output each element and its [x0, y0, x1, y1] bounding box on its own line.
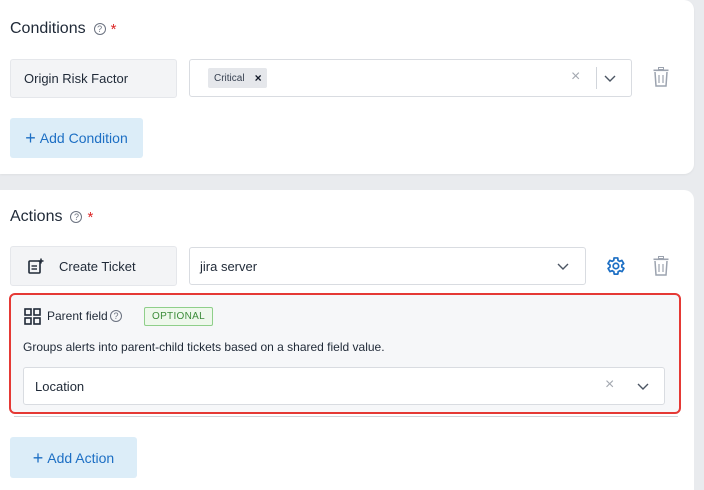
- chevron-down-icon[interactable]: [557, 263, 569, 271]
- parent-field-label: Parent field: [47, 309, 108, 323]
- plus-icon: +: [32, 447, 44, 468]
- condition-field-label[interactable]: Origin Risk Factor: [10, 59, 177, 98]
- question-circle-icon[interactable]: ?: [70, 211, 83, 223]
- close-icon[interactable]: ×: [605, 376, 614, 394]
- parent-field-description: Groups alerts into parent-child tickets …: [23, 340, 385, 354]
- add-action-label: Add Action: [47, 449, 115, 466]
- grid-icon: [24, 308, 41, 325]
- conditions-header: Conditions ? *: [10, 20, 116, 38]
- parent-field-select[interactable]: Location ×: [23, 367, 665, 405]
- integration-select-value: jira server: [200, 258, 258, 274]
- required-marker: *: [110, 20, 117, 38]
- add-action-button[interactable]: + Add Action: [10, 437, 137, 478]
- add-condition-label: Add Condition: [39, 130, 128, 146]
- integration-select[interactable]: jira server: [189, 247, 586, 285]
- required-marker: *: [87, 208, 94, 226]
- chip-remove-icon[interactable]: ×: [255, 71, 262, 85]
- question-circle-icon[interactable]: ?: [110, 310, 122, 322]
- selected-chip: Critical ×: [208, 68, 267, 88]
- question-circle-icon[interactable]: ?: [93, 23, 106, 35]
- action-type-label[interactable]: Create Ticket: [10, 246, 177, 286]
- ticket-add-icon: [28, 258, 44, 274]
- trash-icon[interactable]: [653, 67, 669, 87]
- optional-badge: OPTIONAL: [144, 307, 213, 326]
- conditions-title: Conditions: [10, 20, 86, 37]
- add-condition-button[interactable]: + Add Condition: [10, 118, 143, 158]
- trash-icon[interactable]: [653, 256, 669, 276]
- select-divider: [596, 67, 597, 89]
- conditions-card: Conditions ? * Origin Risk Factor Critic…: [0, 0, 694, 174]
- parent-field-value: Location: [35, 378, 85, 394]
- divider: [14, 416, 678, 417]
- action-type-label-text: Create Ticket: [59, 258, 136, 274]
- gear-icon[interactable]: [604, 255, 626, 277]
- chevron-down-icon[interactable]: [604, 75, 616, 83]
- condition-value-select[interactable]: Critical × ×: [189, 59, 632, 97]
- chevron-down-icon[interactable]: [637, 383, 649, 391]
- close-icon[interactable]: ×: [571, 68, 580, 86]
- selected-chip-label: Critical: [214, 72, 245, 84]
- actions-header: Actions ? *: [10, 208, 93, 226]
- actions-title: Actions: [10, 208, 63, 225]
- plus-icon: +: [25, 128, 36, 148]
- condition-field-label-text: Origin Risk Factor: [24, 71, 129, 86]
